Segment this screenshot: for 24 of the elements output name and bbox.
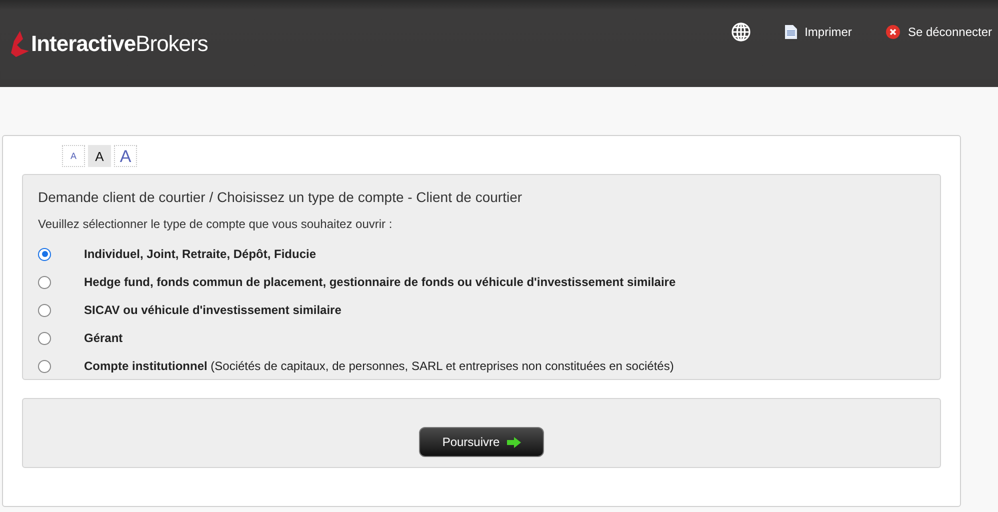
radio-button[interactable] [38,248,51,260]
font-size-button[interactable]: A [114,145,137,167]
font-size-button[interactable]: A [62,145,85,167]
font-size-button[interactable]: A [88,145,111,167]
close-icon [886,25,900,39]
logo-icon [11,31,29,57]
radio-button[interactable] [38,276,51,288]
option-label[interactable]: Hedge fund, fonds commun de placement, gestionnaire de fonds ou véhicule d'investissement similaire [84,275,676,289]
radio-button[interactable] [38,304,51,316]
option-label[interactable]: Compte institutionnel (Sociétés de capitaux, de personnes, SARL et entreprises non constituées en sociétés) [84,359,674,373]
continue-button[interactable]: Poursuivre [419,427,544,457]
option-label[interactable]: SICAV ou véhicule d'investissement similaire [84,303,342,317]
radio-button[interactable] [38,360,51,372]
form-prompt: Veuillez sélectionner le type de compte que vous souhaitez ouvrir : [38,217,394,231]
radio-button[interactable] [38,332,51,344]
logo-text: InteractiveBrokers [31,31,208,57]
logout-link[interactable]: Se déconnecter [886,25,992,39]
option-label[interactable]: Gérant [84,331,123,345]
form-title: Demande client de courtier / Choisissez un type de compte - Client de courtier [38,189,524,205]
print-link[interactable]: Imprimer [784,25,852,39]
globe-icon[interactable] [730,22,751,42]
document-icon [784,25,797,39]
arrow-icon [506,436,521,448]
option-label[interactable]: Individuel, Joint, Retraite, Dépôt, Fiducie [84,247,316,261]
